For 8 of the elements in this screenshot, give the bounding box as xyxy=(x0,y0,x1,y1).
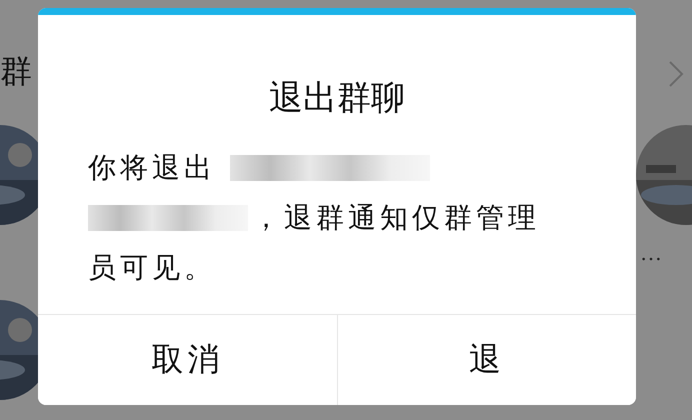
message-text: 员可见。 xyxy=(88,252,216,286)
truncated-text: … xyxy=(640,240,662,266)
chevron-right-icon[interactable] xyxy=(668,60,684,88)
message-text: ，退群通知仅群管理 xyxy=(252,202,540,236)
dialog-title: 退出群聊 xyxy=(268,79,406,119)
page-title: 群 xyxy=(0,52,32,91)
message-text: 你将退出 xyxy=(88,152,216,186)
confirm-button[interactable]: 退 xyxy=(336,315,636,405)
